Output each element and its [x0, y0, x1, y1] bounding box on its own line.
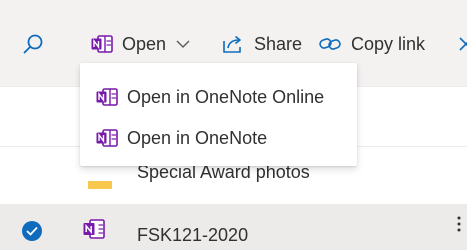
close-icon: [458, 36, 467, 52]
open-dropdown-menu: Open in OneNote Online Open in OneNote: [80, 63, 357, 166]
menu-item-open-onenote-online[interactable]: Open in OneNote Online: [80, 77, 357, 117]
copy-link-button[interactable]: Copy link: [319, 29, 425, 59]
checkmark-icon[interactable]: [22, 221, 42, 241]
share-button-label: Share: [254, 33, 303, 54]
menu-item-open-onenote[interactable]: Open in OneNote: [80, 118, 357, 158]
link-icon: [319, 36, 341, 52]
onenote-icon: [96, 128, 118, 148]
menu-item-label: Open in OneNote Online: [127, 86, 325, 107]
onenote-icon: [91, 34, 113, 54]
share-icon: [222, 34, 244, 54]
copy-link-button-label: Copy link: [351, 33, 426, 54]
open-button[interactable]: Open: [91, 29, 190, 59]
share-button[interactable]: Share: [222, 29, 302, 59]
search-button[interactable]: [22, 29, 44, 59]
onenote-notebook-icon: [83, 218, 105, 245]
onenote-icon: [96, 87, 118, 107]
more-commands-button[interactable]: [458, 29, 467, 59]
folder-icon: [88, 176, 112, 189]
list-item-name[interactable]: FSK121-2020: [137, 225, 248, 246]
chevron-down-icon: [176, 39, 190, 49]
search-icon: [22, 33, 44, 55]
menu-item-label: Open in OneNote: [127, 127, 268, 148]
open-button-label: Open: [122, 33, 167, 54]
more-options-icon[interactable]: [456, 214, 462, 240]
